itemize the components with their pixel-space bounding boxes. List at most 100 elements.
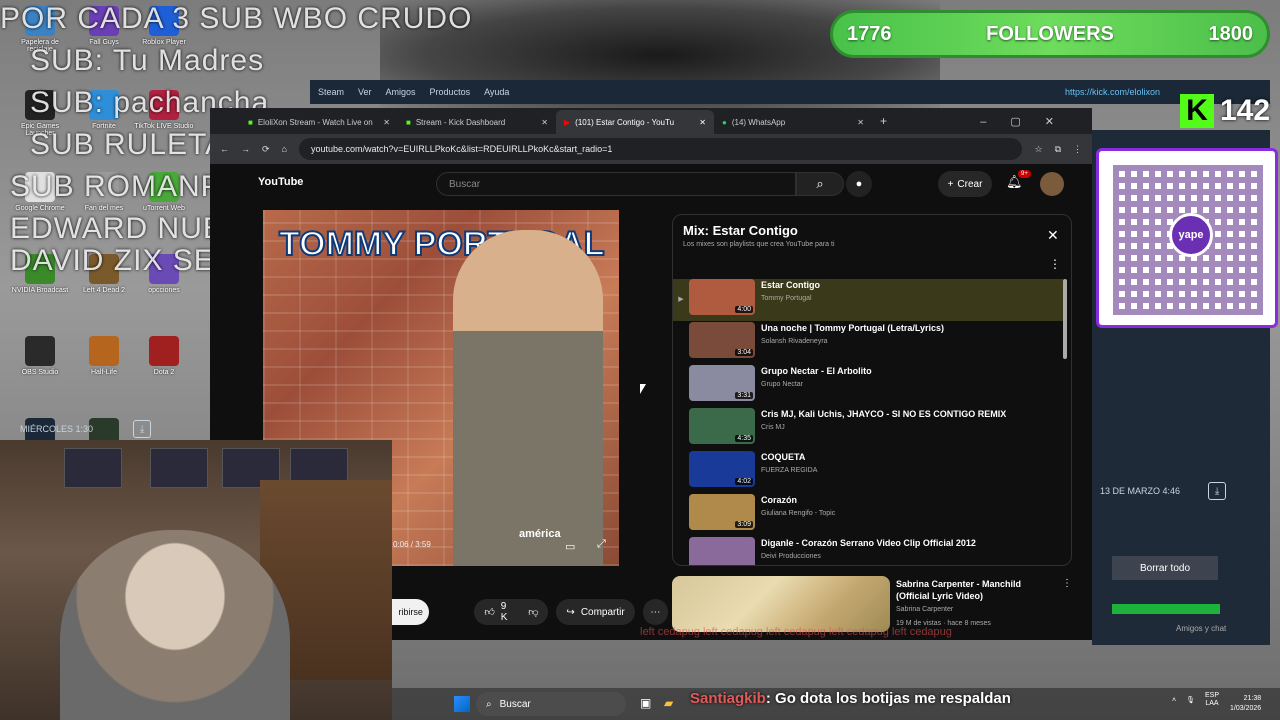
more-vert-icon[interactable]: ⋮ [1062, 578, 1072, 589]
desktop-icon[interactable]: Half-Life [74, 336, 134, 376]
create-label: Crear [957, 178, 983, 190]
chat-text: : Go dota los botijas me respaldan [765, 690, 1011, 707]
playlist-thumbnail[interactable]: 3:09 [689, 494, 755, 530]
create-button[interactable]: + Crear [938, 171, 992, 197]
address-bar-row: ← → ⟳ ⌂ youtube.com/watch?v=EUIRLLPkoKc&… [210, 134, 1092, 164]
folder-icon[interactable]: ▰ [664, 696, 673, 710]
download-icon[interactable]: ⤓ [133, 420, 152, 438]
tab-kick-stream[interactable]: ■ EloliXon Stream - Watch Live on ✕ [240, 110, 398, 134]
playlist-item-meta: Corazón Giuliana Rengifo - Topic [761, 494, 835, 517]
tab-whatsapp[interactable]: ● (14) WhatsApp ✕ [714, 110, 872, 134]
steam-menu-steam[interactable]: Steam [318, 87, 344, 97]
close-icon[interactable]: ✕ [1047, 227, 1059, 244]
playlist-item[interactable]: ▶ 4:00 Estar Contigo Tommy Portugal [673, 279, 1063, 321]
playlist-item[interactable]: 4:35 Cris MJ, Kali Uchis, JHAYCO - SI NO … [673, 408, 1063, 450]
avatar[interactable] [1040, 172, 1064, 196]
extensions-icon[interactable]: ⧉ [1055, 144, 1061, 155]
playlist-thumbnail[interactable] [689, 537, 755, 565]
clear-all-button[interactable]: Borrar todo [1112, 556, 1218, 580]
playlist-item[interactable]: 3:09 Corazón Giuliana Rengifo - Topic [673, 494, 1063, 536]
clock[interactable]: 21:38 1/03/2026 [1230, 694, 1261, 714]
playlist-item[interactable]: 4:02 COQUETA FUERZA REGIDA [673, 451, 1063, 493]
desktop-icon-label: opcciones [148, 287, 180, 294]
recommended-title[interactable]: Sabrina Carpenter - Manchild (Official L… [896, 578, 1056, 602]
like-button[interactable]: 👍︎ 9 K 👎︎ [474, 599, 549, 625]
playlist-item[interactable]: Diganle - Corazón Serrano Video Clip Off… [673, 537, 1063, 565]
thumbs-down-icon[interactable]: 👎︎ [528, 606, 538, 618]
download-date: 13 DE MARZO 4:46 [1100, 486, 1181, 496]
steam-menu-productos[interactable]: Productos [430, 87, 471, 97]
forward-icon[interactable]: → [241, 144, 250, 154]
playlist-thumbnail[interactable]: 4:02 [689, 451, 755, 487]
close-icon[interactable]: ✕ [541, 118, 548, 127]
follower-label: FOLLOWERS [986, 22, 1114, 45]
tray-chevron-icon[interactable]: ˄ [1172, 697, 1176, 704]
playlist-item[interactable]: 3:04 Una noche | Tommy Portugal (Letra/Ly… [673, 322, 1063, 364]
steam-menu-ver[interactable]: Ver [358, 87, 372, 97]
tab-label: (101) Estar Contigo - YouTu [575, 117, 675, 127]
search-icon[interactable]: ⌕ [796, 172, 844, 196]
steam-menu-amigos[interactable]: Amigos [386, 87, 416, 97]
playlist-thumbnail[interactable]: 3:04 [689, 322, 755, 358]
playlist-thumbnail[interactable]: 4:00 [689, 279, 755, 315]
desktop-icon[interactable]: OBS Studio [10, 336, 70, 376]
youtube-logo[interactable]: YouTube [258, 176, 303, 188]
playlist-item-title[interactable]: Grupo Nectar - El Arbolito [761, 365, 872, 377]
playlist-item[interactable]: 3:31 Grupo Nectar - El Arbolito Grupo Nect… [673, 365, 1063, 407]
share-button[interactable]: ↪ Compartir [556, 599, 635, 625]
playlist-item-title[interactable]: Cris MJ, Kali Uchis, JHAYCO - SI NO ES C… [761, 408, 1006, 420]
desktop-icon[interactable]: Dota 2 [134, 336, 194, 376]
region: LAA [1205, 700, 1219, 707]
back-icon[interactable]: ← [220, 144, 229, 154]
playlist-item-title[interactable]: Diganle - Corazón Serrano Video Clip Off… [761, 537, 976, 549]
youtube-header: YouTube Buscar ⌕ ● + Crear 🔔︎ 9+ [210, 164, 1092, 204]
taskbar-search[interactable]: ⌕ Buscar [476, 692, 626, 716]
playlist-title: Mix: Estar Contigo [683, 223, 798, 238]
recommended-channel[interactable]: Sabrina Carpenter [896, 606, 953, 613]
new-tab-icon[interactable]: + [880, 114, 887, 128]
like-count: 9 K [500, 601, 508, 623]
playlist-item-title[interactable]: Corazón [761, 494, 835, 506]
menu-icon[interactable]: ⋮ [1073, 144, 1082, 155]
windows-start-icon[interactable] [454, 696, 470, 712]
tab-youtube[interactable]: ▶ (101) Estar Contigo - YouTu ✕ [556, 110, 714, 134]
recommended-thumbnail[interactable] [672, 576, 890, 632]
fullscreen-icon[interactable]: ⤢ [597, 538, 606, 551]
bookmark-star-icon[interactable]: ☆ [1034, 144, 1042, 155]
kick-viewer-count: K 142 [1180, 92, 1278, 130]
more-vert-icon[interactable]: ⋮ [1049, 257, 1061, 271]
playlist-item-title[interactable]: COQUETA [761, 451, 817, 463]
download-row: MIÉRCOLES 1:30 ⤓ [20, 420, 152, 438]
captions-icon[interactable]: ▭ [565, 540, 575, 553]
mouse-cursor [640, 384, 646, 394]
desktop-icon-label: Google Chrome [15, 205, 65, 212]
yape-qr-code: yape [1096, 148, 1278, 328]
microphone-icon[interactable]: ● [846, 171, 872, 197]
steam-url[interactable]: https://kick.com/elolixon [1065, 87, 1160, 97]
steam-menu-ayuda[interactable]: Ayuda [484, 87, 509, 97]
reload-icon[interactable]: ⟳ [262, 144, 270, 155]
tab-kick-dashboard[interactable]: ■ Stream - Kick Dashboard ✕ [398, 110, 556, 134]
home-icon[interactable]: ⌂ [282, 144, 287, 154]
friends-chat-button[interactable]: Amigos y chat [1176, 624, 1226, 633]
playlist-item-title[interactable]: Una noche | Tommy Portugal (Letra/Lyrics… [761, 322, 944, 334]
language-indicator[interactable]: ESP LAA [1205, 692, 1219, 708]
window-controls[interactable]: –▢✕ [980, 115, 1092, 128]
playlist-item-meta: Diganle - Corazón Serrano Video Clip Off… [761, 537, 976, 560]
recommended-video[interactable]: Sabrina Carpenter - Manchild (Official L… [672, 576, 1072, 632]
share-icon: ↪ [566, 606, 575, 618]
more-actions-icon[interactable]: ⋯ [642, 599, 668, 625]
close-icon[interactable]: ✕ [383, 118, 390, 127]
playlist-thumbnail[interactable]: 3:31 [689, 365, 755, 401]
close-icon[interactable]: ✕ [699, 118, 706, 127]
playlist-scrollbar[interactable] [1063, 279, 1067, 359]
playlist-item-title[interactable]: Estar Contigo [761, 279, 820, 291]
close-icon[interactable]: ✕ [857, 118, 864, 127]
download-icon[interactable]: ⤓ [1208, 482, 1227, 500]
address-bar[interactable]: youtube.com/watch?v=EUIRLLPkoKc&list=RDE… [298, 138, 1023, 160]
playlist-thumbnail[interactable]: 4:35 [689, 408, 755, 444]
youtube-search-input[interactable]: Buscar [436, 172, 796, 196]
microphone-icon[interactable]: 🎙︎ [1186, 696, 1195, 704]
task-view-icon[interactable]: ▣ [640, 696, 651, 710]
subscribe-button[interactable]: ribirse [392, 599, 430, 625]
